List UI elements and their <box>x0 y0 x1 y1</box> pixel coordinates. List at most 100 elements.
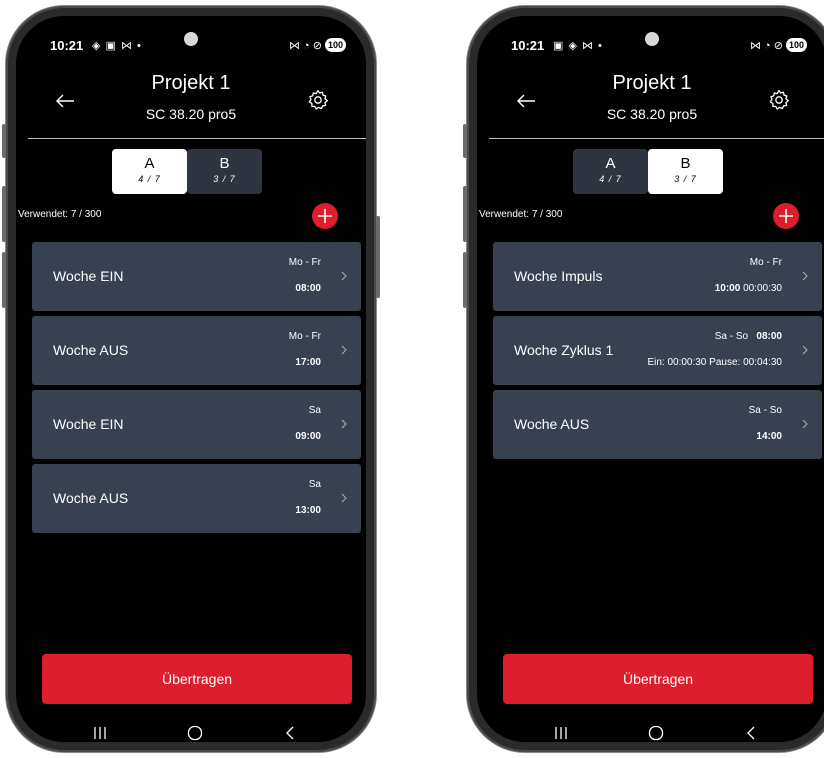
system-icons: ⋈ ◔ ⊘ 100 <box>750 38 807 52</box>
power-button <box>376 216 380 298</box>
used-count: Verwendet: 7 / 300 <box>479 209 563 220</box>
gear-icon[interactable] <box>306 88 330 112</box>
status-time: 10:21 <box>511 38 545 53</box>
home-icon[interactable] <box>187 725 203 741</box>
list-item[interactable]: Woche AUS Sa - So 14:00 <box>493 390 822 459</box>
chevron-right-icon <box>802 419 808 429</box>
chevron-right-icon <box>341 493 347 503</box>
tab-label: A <box>605 155 616 172</box>
item-days: Mo - Fr <box>749 257 782 268</box>
item-name: Woche AUS <box>53 342 129 358</box>
item-name: Woche AUS <box>53 490 129 506</box>
item-time: 09:00 <box>295 431 321 442</box>
plus-icon <box>318 209 332 223</box>
home-icon[interactable] <box>648 725 664 741</box>
add-button[interactable] <box>312 203 338 229</box>
volume-up-button <box>2 186 6 242</box>
chevron-right-icon <box>802 271 808 281</box>
chevron-right-icon <box>802 345 808 355</box>
signal-icons: ⋈ ◔ ⊘ <box>749 39 783 52</box>
tab-a[interactable]: A 4 / 7 <box>112 149 187 194</box>
tab-count: 3 / 7 <box>213 174 236 184</box>
battery-icon: 100 <box>785 38 807 52</box>
item-days: Sa - So <box>748 405 782 416</box>
item-name: Woche AUS <box>514 416 590 432</box>
tab-b[interactable]: B 3 / 7 <box>648 149 723 194</box>
tab-label: A <box>144 155 155 172</box>
item-time: 13:00 <box>295 505 321 516</box>
chevron-right-icon <box>341 271 347 281</box>
list-item[interactable]: Woche Impuls Mo - Fr 10:00 00:00:30 <box>493 242 822 311</box>
used-count: Verwendet: 7 / 300 <box>18 209 102 220</box>
status-time: 10:21 <box>50 38 84 53</box>
volume-down-button <box>463 252 467 308</box>
list-item[interactable]: Woche EIN Sa 09:00 <box>32 390 361 459</box>
header-divider <box>28 138 366 139</box>
chevron-right-icon <box>341 345 347 355</box>
phone-screen: 10:21 ▣ ◈ ⋈ • ⋈ ◔ ⊘ 100 Projekt 1 SC 38.… <box>477 16 824 742</box>
nav-back-icon[interactable] <box>745 725 757 741</box>
tab-b[interactable]: B 3 / 7 <box>187 149 262 194</box>
item-name: Woche EIN <box>53 268 124 284</box>
tab-count: 3 / 7 <box>674 174 697 184</box>
item-name: Woche Impuls <box>514 268 603 284</box>
gear-icon[interactable] <box>767 88 791 112</box>
side-button <box>2 124 6 158</box>
item-days: Sa <box>308 405 321 416</box>
chevron-right-icon <box>341 419 347 429</box>
system-nav-bar <box>477 718 824 742</box>
volume-down-button <box>2 252 6 308</box>
list-item[interactable]: Woche AUS Mo - Fr 17:00 <box>32 316 361 385</box>
item-days: Sa <box>308 479 321 490</box>
header-divider <box>489 138 824 139</box>
transfer-button[interactable]: Übertragen <box>42 654 352 704</box>
schedule-list: Woche Impuls Mo - Fr 10:00 00:00:30 Woch… <box>493 242 822 464</box>
signal-icons: ⋈ ◔ ⊘ <box>288 39 322 52</box>
program-tabs: A 4 / 7 B 3 / 7 <box>112 149 262 194</box>
notification-icons: ◈ ▣ ⋈ • <box>92 40 142 52</box>
item-days: Mo - Fr <box>288 257 321 268</box>
plus-icon <box>779 209 793 223</box>
item-time: 08:00 <box>295 283 321 294</box>
list-item[interactable]: Woche EIN Mo - Fr 08:00 <box>32 242 361 311</box>
phone-right: 10:21 ▣ ◈ ⋈ • ⋈ ◔ ⊘ 100 Projekt 1 SC 38.… <box>463 6 824 752</box>
status-bar: 10:21 ◈ ▣ ⋈ • ⋈ ◔ ⊘ 100 <box>16 38 366 58</box>
tab-label: B <box>219 155 230 172</box>
tab-count: 4 / 7 <box>599 174 622 184</box>
item-time: 08:00 <box>756 331 782 342</box>
schedule-list: Woche EIN Mo - Fr 08:00 Woche AUS Mo - F… <box>32 242 361 538</box>
item-time: 14:00 <box>756 431 782 442</box>
item-days-row: Sa - So 08:00 <box>715 331 782 342</box>
battery-icon: 100 <box>324 38 346 52</box>
program-tabs: A 4 / 7 B 3 / 7 <box>573 149 723 194</box>
app-header: Projekt 1 SC 38.20 pro5 <box>16 66 366 136</box>
recent-apps-icon[interactable] <box>92 726 108 740</box>
item-name: Woche Zyklus 1 <box>514 342 614 358</box>
tab-label: B <box>680 155 691 172</box>
list-item[interactable]: Woche AUS Sa 13:00 <box>32 464 361 533</box>
transfer-button[interactable]: Übertragen <box>503 654 813 704</box>
system-nav-bar <box>16 718 366 742</box>
item-duration: 00:00:30 <box>743 283 782 294</box>
item-time: 17:00 <box>295 357 321 368</box>
phone-screen: 10:21 ◈ ▣ ⋈ • ⋈ ◔ ⊘ 100 Projekt 1 SC 38.… <box>16 16 366 742</box>
volume-up-button <box>463 186 467 242</box>
app-header: Projekt 1 SC 38.20 pro5 <box>477 66 824 136</box>
system-icons: ⋈ ◔ ⊘ 100 <box>289 38 346 52</box>
notification-icons: ▣ ◈ ⋈ • <box>553 40 603 52</box>
item-days: Sa - So <box>714 331 749 342</box>
item-cycle-detail: Ein: 00:00:30 Pause: 00:04:30 <box>647 357 782 368</box>
item-time-start: 10:00 <box>714 283 741 294</box>
side-button <box>463 124 467 158</box>
add-button[interactable] <box>773 203 799 229</box>
item-time: 10:00 00:00:30 <box>715 283 782 294</box>
tab-a[interactable]: A 4 / 7 <box>573 149 648 194</box>
nav-back-icon[interactable] <box>284 725 296 741</box>
item-name: Woche EIN <box>53 416 124 432</box>
phone-left: 10:21 ◈ ▣ ⋈ • ⋈ ◔ ⊘ 100 Projekt 1 SC 38.… <box>2 6 380 752</box>
status-bar: 10:21 ▣ ◈ ⋈ • ⋈ ◔ ⊘ 100 <box>477 38 824 58</box>
item-days: Mo - Fr <box>288 331 321 342</box>
tab-count: 4 / 7 <box>138 174 161 184</box>
recent-apps-icon[interactable] <box>553 726 569 740</box>
list-item[interactable]: Woche Zyklus 1 Sa - So 08:00 Ein: 00:00:… <box>493 316 822 385</box>
